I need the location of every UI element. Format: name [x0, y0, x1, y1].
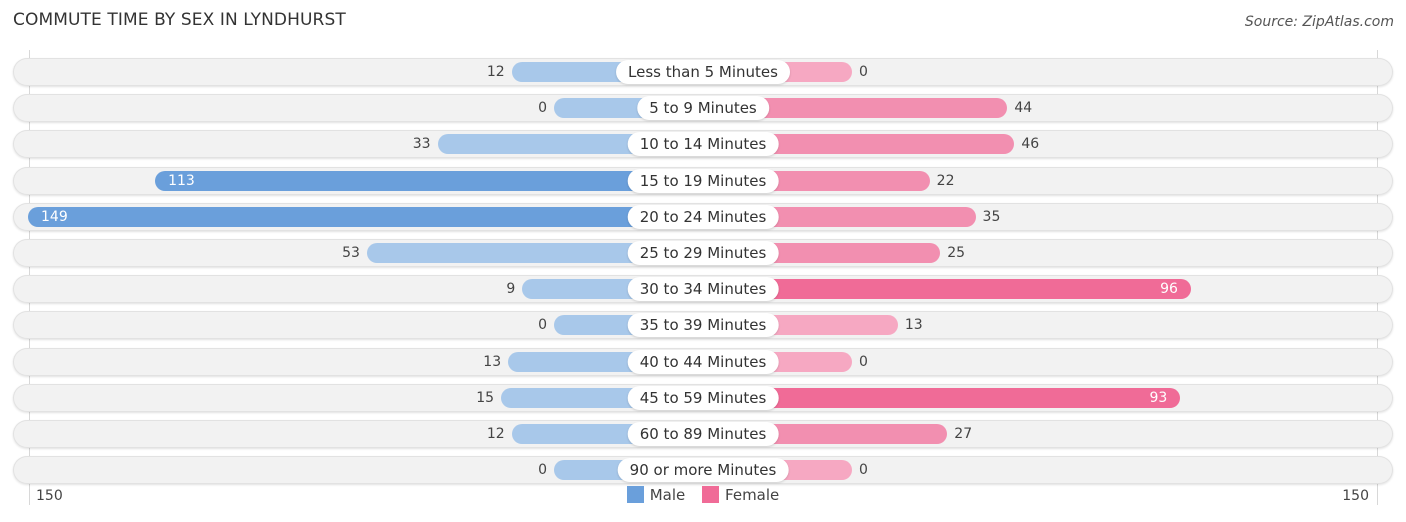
category-label: 35 to 39 Minutes — [627, 313, 779, 338]
value-label-female: 46 — [1021, 136, 1040, 153]
legend-item-female: Female — [702, 486, 779, 504]
value-label-male: 113 — [168, 172, 195, 189]
value-label-female: 0 — [859, 462, 868, 479]
value-label-male: 0 — [538, 100, 547, 117]
value-label-female: 27 — [954, 426, 973, 442]
value-label-female: 93 — [1149, 389, 1168, 406]
value-label-male: 13 — [483, 353, 502, 370]
category-label: 5 to 9 Minutes — [637, 96, 769, 121]
value-label-male: 53 — [342, 245, 360, 261]
value-label-female: 25 — [947, 245, 966, 261]
category-label: 15 to 19 Minutes — [627, 168, 779, 193]
category-label: 20 to 24 Minutes — [627, 204, 779, 229]
value-label-female: 35 — [982, 208, 1001, 225]
value-label-male: 9 — [506, 281, 516, 298]
value-label-female: 96 — [1160, 281, 1178, 298]
bar-male[interactable] — [155, 170, 703, 191]
category-label: 10 to 14 Minutes — [627, 132, 779, 157]
value-label-female: 0 — [859, 64, 868, 80]
legend-swatch-male — [626, 486, 644, 503]
value-label-male: 0 — [538, 462, 547, 479]
value-label-female: 0 — [859, 353, 868, 370]
value-label-female: 44 — [1014, 100, 1033, 117]
value-label-female: 13 — [904, 317, 923, 334]
value-label-male: 149 — [41, 208, 68, 225]
legend-label-male: Male — [649, 486, 686, 504]
category-label: 30 to 34 Minutes — [627, 277, 779, 302]
value-label-male: 0 — [538, 317, 547, 334]
legend-swatch-female — [702, 486, 720, 503]
bar-male[interactable] — [28, 206, 703, 227]
category-label: 40 to 44 Minutes — [627, 349, 779, 374]
value-label-male: 15 — [476, 389, 495, 406]
value-label-male: 12 — [486, 64, 505, 80]
legend-label-female: Female — [725, 486, 780, 504]
category-label: Less than 5 Minutes — [616, 60, 790, 84]
category-label: 60 to 89 Minutes — [627, 422, 779, 446]
category-label: 45 to 59 Minutes — [627, 385, 779, 410]
chart-area: 12 0 Less than 5 Minutes 0 44 5 to 9 Minutes 3… — [0, 0, 1406, 522]
category-label: 25 to 29 Minutes — [627, 241, 779, 265]
legend-item-male: Male — [626, 486, 686, 504]
value-label-male: 12 — [486, 426, 505, 442]
category-label: 90 or more Minutes — [617, 458, 789, 483]
value-label-female: 22 — [936, 172, 955, 189]
legend: Male Female — [0, 486, 1406, 504]
value-label-male: 33 — [412, 136, 431, 153]
